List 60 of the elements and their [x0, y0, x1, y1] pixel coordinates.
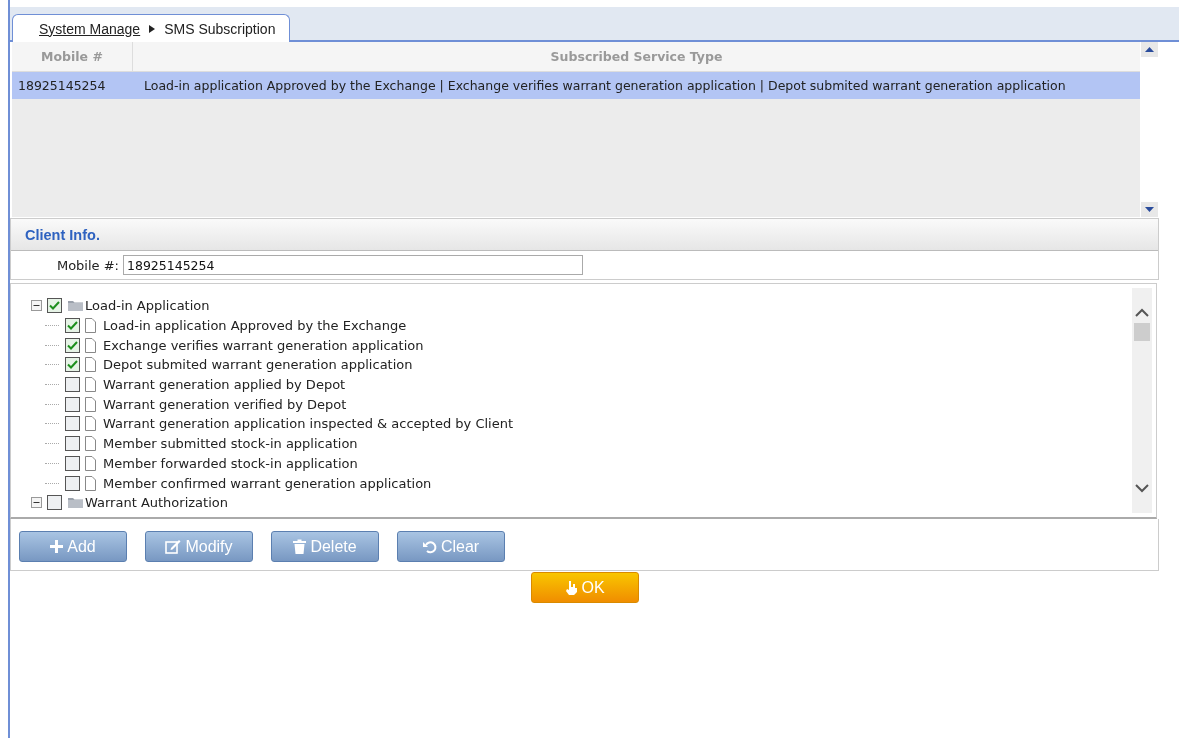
tree-item-label[interactable]: Warrant generation applied by Depot [103, 377, 346, 393]
column-header: Subscribed Service Type [549, 48, 724, 66]
checkbox[interactable] [65, 377, 80, 393]
hand-icon [565, 580, 579, 595]
document-icon [85, 396, 96, 412]
caret-right-icon [149, 24, 156, 33]
table-cell-text: Load-in application Approved by the Exchange | Exchange verifies warrant generation application | Depot submited warrant generation application [143, 78, 1067, 93]
triangle-down-icon [1145, 207, 1155, 212]
checkbox[interactable] [65, 396, 80, 412]
folder-icon [67, 299, 84, 313]
tree-item-label[interactable]: Member submitted stock-in application [103, 436, 358, 452]
breadcrumb-tab[interactable]: System Manage SMS Subscription [12, 14, 291, 42]
column-header: Mobile # [12, 42, 133, 71]
document-icon [85, 455, 96, 471]
scroll-thumb[interactable] [1134, 323, 1150, 341]
document-icon [85, 416, 96, 432]
tree-item-label[interactable]: Load-in application Approved by the Exchange [103, 318, 407, 334]
breadcrumb-current: SMS Subscription [164, 20, 276, 37]
scroll-down-button[interactable] [1141, 202, 1159, 217]
scroll-up-button[interactable] [1141, 42, 1159, 57]
table-row[interactable]: 18925145254 Load-in application Approved by the Exchange | Exchange verifies warrant generation application | Depot submited warrant generation application [12, 72, 1141, 99]
checkbox[interactable] [47, 298, 62, 314]
collapse-toggle-icon[interactable] [31, 300, 42, 312]
triangle-up-icon [1145, 47, 1155, 52]
tree-item-label[interactable]: Member forwarded stock-in application [103, 455, 358, 471]
checkbox[interactable] [65, 337, 80, 353]
panel-title: Client Info. [25, 226, 100, 243]
mobile-input-field[interactable]: 18925145254 [123, 255, 583, 275]
table-cell-text: 18925145254 [17, 78, 107, 93]
field-label: Mobile #: [55, 257, 120, 273]
breadcrumb-link[interactable]: System Manage [39, 20, 141, 37]
tree-item-label[interactable]: Warrant generation application inspected & accepted by Client [103, 416, 514, 432]
folder-icon [67, 496, 84, 510]
tree-item-label[interactable]: Depot submited warrant generation application [103, 357, 413, 373]
edit-icon [165, 539, 182, 554]
chevron-down-icon[interactable] [1135, 484, 1149, 493]
checkbox[interactable] [47, 495, 62, 511]
document-icon [85, 436, 96, 452]
checkbox[interactable] [65, 475, 80, 491]
plus-icon [50, 540, 64, 553]
document-icon [85, 357, 96, 373]
tree-item-label[interactable]: Warrant Authorization [85, 495, 228, 511]
checkbox[interactable] [65, 455, 80, 471]
chevron-up-icon[interactable] [1135, 308, 1149, 317]
document-icon [85, 318, 96, 334]
tree-item-label[interactable]: Exchange verifies warrant generation application [103, 337, 424, 353]
checkbox[interactable] [65, 436, 80, 452]
trash-icon [293, 539, 307, 554]
checkbox[interactable] [65, 318, 80, 334]
document-icon [85, 377, 96, 393]
checkbox[interactable] [65, 416, 80, 432]
undo-icon [422, 539, 437, 554]
tree-item-label[interactable]: Warrant generation verified by Depot [103, 396, 347, 412]
tree-item-label[interactable]: Load-in Application [85, 298, 210, 314]
document-icon [85, 475, 96, 491]
collapse-toggle-icon[interactable] [31, 497, 42, 509]
document-icon [85, 337, 96, 353]
checkbox[interactable] [65, 357, 80, 373]
scrollbar[interactable] [1132, 288, 1152, 513]
tree-item-label[interactable]: Member confirmed warrant generation application [103, 475, 432, 491]
